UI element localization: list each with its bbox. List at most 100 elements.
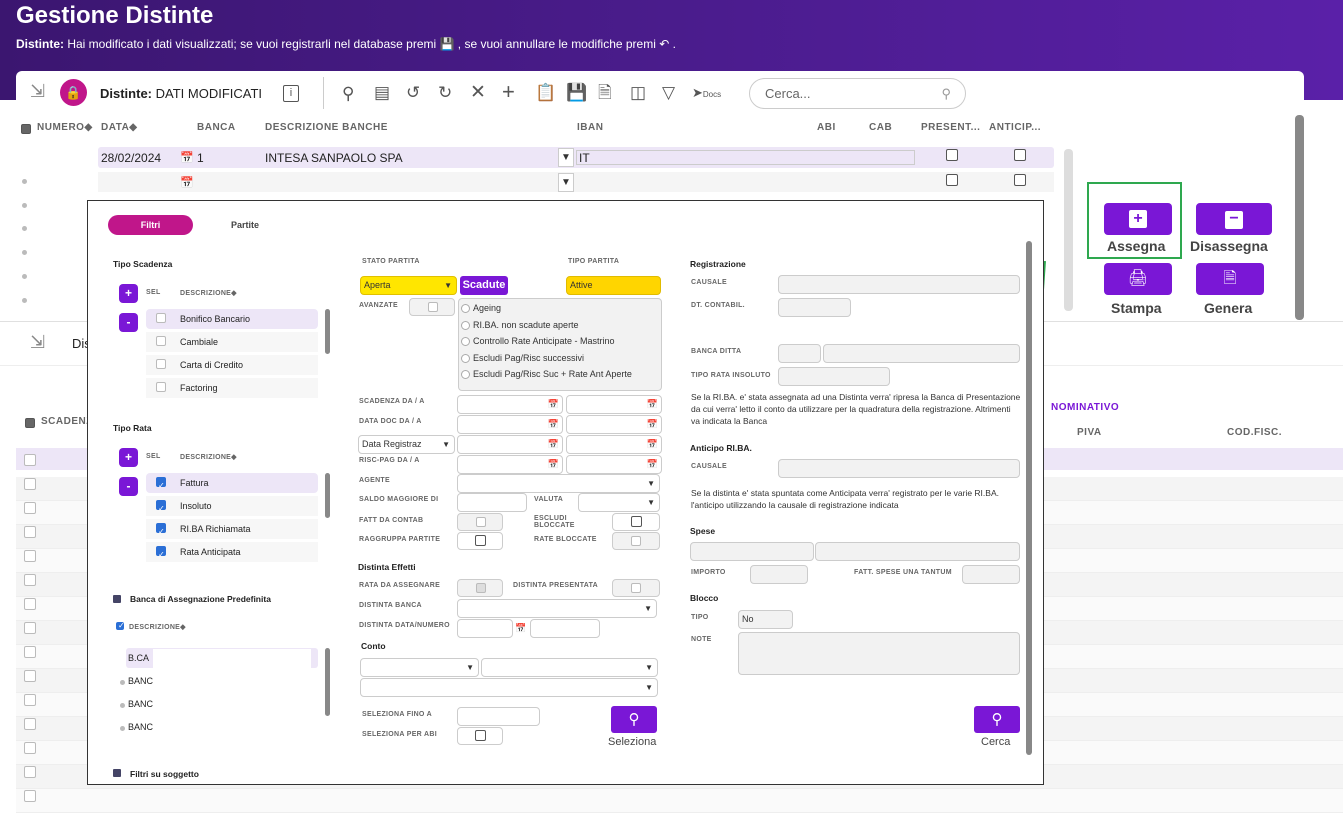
- calendar-icon[interactable]: 📅: [548, 416, 559, 433]
- list-item[interactable]: BANC: [126, 694, 154, 714]
- row-checkbox[interactable]: [24, 766, 36, 778]
- radio-option[interactable]: [461, 370, 470, 379]
- calendar-icon[interactable]: 📅: [515, 623, 526, 634]
- row-checkbox[interactable]: [24, 454, 36, 466]
- escludi-bloccate-checkbox[interactable]: [631, 516, 642, 527]
- calendar-icon[interactable]: 📅: [647, 416, 658, 433]
- tab-partite[interactable]: Partite: [208, 215, 282, 235]
- columns-icon[interactable]: ◫: [630, 84, 646, 101]
- row-banca[interactable]: 1: [197, 151, 204, 165]
- calendar-icon[interactable]: 📅: [548, 396, 559, 413]
- radio-option[interactable]: [461, 304, 470, 313]
- row-checkbox[interactable]: [24, 502, 36, 514]
- anticipata-checkbox[interactable]: [1014, 149, 1026, 161]
- raggruppa-checkbox[interactable]: [475, 535, 486, 546]
- filter-icon[interactable]: ▽: [662, 84, 675, 101]
- spese-code[interactable]: [690, 542, 814, 561]
- escludi-bloccate-field[interactable]: [612, 513, 660, 531]
- avanzate-checkbox[interactable]: [428, 302, 438, 312]
- remove-button[interactable]: -: [119, 477, 138, 496]
- riscpag-a-input[interactable]: 📅: [566, 455, 662, 474]
- fatt-contab-field[interactable]: [457, 513, 503, 531]
- calendar-icon[interactable]: 📅: [647, 456, 658, 473]
- list-item[interactable]: BANC: [126, 671, 154, 691]
- row-checkbox[interactable]: [24, 646, 36, 658]
- calendar-icon[interactable]: 📅: [647, 396, 658, 413]
- list-scrollbar[interactable]: [325, 648, 330, 716]
- list-icon[interactable]: ▤: [374, 84, 390, 101]
- item-checkbox[interactable]: [156, 359, 166, 369]
- item-checkbox[interactable]: [156, 382, 166, 392]
- col-data[interactable]: DATA◆: [101, 122, 138, 133]
- assegna-button[interactable]: +: [1104, 203, 1172, 235]
- seleziona-abi-field[interactable]: [457, 727, 503, 745]
- tipo-rata-insoluto-input[interactable]: [778, 367, 890, 386]
- table-row[interactable]: [98, 172, 1054, 192]
- calendar-icon[interactable]: 📅: [647, 436, 658, 453]
- export-icon[interactable]: 🗎: [598, 84, 612, 101]
- distinta-presentata-checkbox[interactable]: [631, 583, 641, 593]
- col-abi[interactable]: ABI: [817, 122, 836, 133]
- list-item[interactable]: Cambiale: [146, 332, 318, 352]
- add-button[interactable]: +: [119, 284, 138, 303]
- select-all-checkbox[interactable]: [25, 418, 35, 428]
- calendar-icon[interactable]: 📅: [548, 436, 559, 453]
- distinta-data-input[interactable]: [457, 619, 513, 638]
- calendar-icon[interactable]: 📅: [180, 176, 194, 189]
- row-checkbox[interactable]: [24, 670, 36, 682]
- seleziona-abi-checkbox[interactable]: [475, 730, 486, 741]
- fatt-spese-input[interactable]: [962, 565, 1020, 584]
- fatt-contab-checkbox[interactable]: [476, 517, 486, 527]
- list-item[interactable]: Factoring: [146, 378, 318, 398]
- list-item[interactable]: Insoluto: [146, 496, 318, 519]
- save-icon[interactable]: 💾: [566, 84, 587, 101]
- rata-assegnare-field[interactable]: [457, 579, 503, 597]
- dt-contabil-input[interactable]: [778, 298, 851, 317]
- rate-bloccate-field[interactable]: [612, 532, 660, 550]
- clipboard-icon[interactable]: 📋: [535, 84, 556, 101]
- tab-filtri[interactable]: Filtri: [108, 215, 193, 235]
- lock-icon[interactable]: 🔒: [60, 79, 87, 106]
- item-checkbox[interactable]: [156, 522, 166, 542]
- col-descrizione[interactable]: DESCRIZIONE◆: [129, 623, 186, 631]
- row-checkbox[interactable]: [24, 742, 36, 754]
- row-data[interactable]: 28/02/2024: [101, 151, 161, 165]
- saldo-input[interactable]: [457, 493, 527, 512]
- list-item[interactable]: RI.BA Richiamata: [146, 519, 318, 542]
- chevron-down-icon[interactable]: ▼: [558, 148, 574, 167]
- datareg-da-input[interactable]: 📅: [457, 435, 563, 454]
- col-descrizione[interactable]: DESCRIZIONE◆: [180, 289, 237, 297]
- col-codfisc[interactable]: COD.FISC.: [1227, 427, 1282, 438]
- disassegna-button[interactable]: −: [1196, 203, 1272, 235]
- list-scrollbar[interactable]: [325, 473, 330, 518]
- banca-ditta-desc[interactable]: [823, 344, 1020, 363]
- conto-select-3[interactable]: ▼: [360, 678, 658, 697]
- importo-input[interactable]: [750, 565, 808, 584]
- list-item[interactable]: Fattura: [146, 473, 318, 496]
- collapse-icon[interactable]: ⇲: [30, 82, 45, 100]
- banca-ditta-code[interactable]: [778, 344, 821, 363]
- radio-option[interactable]: [461, 320, 470, 330]
- calendar-icon[interactable]: 📅: [180, 151, 194, 164]
- search-input[interactable]: Cerca... ⚲: [749, 78, 966, 109]
- stampa-button[interactable]: 🖨: [1104, 263, 1172, 295]
- row-checkbox[interactable]: [24, 478, 36, 490]
- col-scadenza[interactable]: SCADENZ: [41, 416, 93, 427]
- note-textarea[interactable]: [738, 632, 1020, 675]
- list-item[interactable]: Bonifico Bancario: [146, 309, 318, 329]
- distinta-banca-select[interactable]: ▼: [457, 599, 657, 618]
- select-all-checkbox[interactable]: [21, 124, 31, 134]
- datareg-a-input[interactable]: 📅: [566, 435, 662, 454]
- row-checkbox[interactable]: [24, 694, 36, 706]
- distinta-numero-input[interactable]: [530, 619, 600, 638]
- list-item[interactable]: Rata Anticipata: [146, 542, 318, 565]
- rate-bloccate-checkbox[interactable]: [631, 536, 641, 546]
- distinta-presentata-field[interactable]: [612, 579, 660, 597]
- row-descrizione[interactable]: INTESA SANPAOLO SPA: [265, 151, 403, 165]
- col-nominativo[interactable]: NOMINATIVO: [1051, 402, 1119, 413]
- datadoc-a-input[interactable]: 📅: [566, 415, 662, 434]
- datadoc-da-input[interactable]: 📅: [457, 415, 563, 434]
- causale2-input[interactable]: [778, 459, 1020, 478]
- col-anticipata[interactable]: ANTICIP...: [989, 122, 1041, 133]
- info-icon[interactable]: i: [283, 85, 299, 102]
